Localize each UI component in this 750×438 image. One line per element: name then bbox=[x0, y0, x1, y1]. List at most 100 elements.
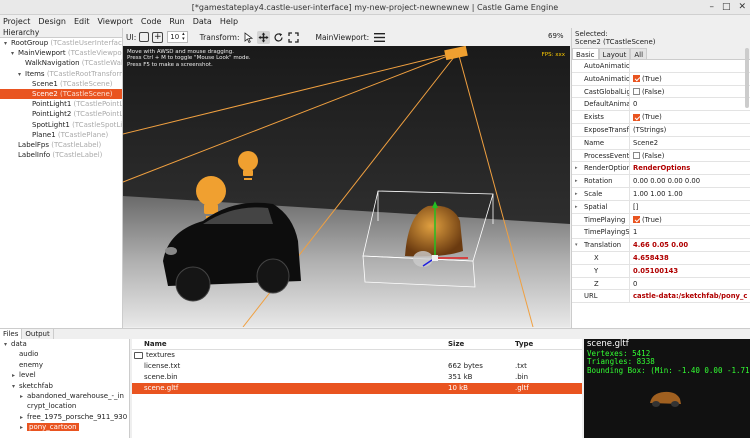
property-value-cell[interactable] bbox=[630, 60, 750, 72]
file-row[interactable]: license.txt 662 bytes .txt bbox=[132, 361, 582, 372]
checkbox[interactable] bbox=[633, 216, 640, 224]
property-row[interactable]: DefaultAnimationTransition0 bbox=[572, 98, 750, 112]
property-row[interactable]: Y 0.05100143 bbox=[572, 264, 750, 278]
expand-arrow-icon[interactable]: ▾ bbox=[12, 382, 19, 392]
hierarchy-item[interactable]: ▾ Items (TCastleRootTransform) bbox=[0, 69, 122, 79]
hamburger-menu-icon[interactable] bbox=[373, 31, 386, 44]
expand-arrow-icon[interactable]: ▸ bbox=[575, 188, 578, 200]
ui-select-tool-icon[interactable] bbox=[139, 32, 150, 42]
close-icon[interactable]: ✕ bbox=[738, 2, 746, 12]
expand-arrow-icon[interactable]: ▸ bbox=[575, 175, 578, 187]
maximize-icon[interactable]: □ bbox=[722, 2, 731, 12]
tab-output[interactable]: Output bbox=[22, 329, 54, 339]
property-row[interactable]: ProcessEvents (False) bbox=[572, 149, 750, 163]
hierarchy-item[interactable]: LabelInfo (TCastleLabel) bbox=[0, 150, 122, 160]
expand-arrow-icon[interactable]: ▾ bbox=[575, 239, 578, 251]
hierarchy-item[interactable]: Scene1 (TCastleScene) bbox=[0, 79, 122, 89]
file-row[interactable]: scene.gltf 10 kB .gltf bbox=[132, 383, 582, 394]
property-row[interactable]: AutoAnimationLoop (True) bbox=[572, 72, 750, 86]
3d-viewport[interactable]: Move with AWSD and mouse dragging. Press… bbox=[123, 46, 570, 327]
hierarchy-item[interactable]: SpotLight1 (TCastleSpotLight) bbox=[0, 120, 122, 130]
move-tool-icon[interactable] bbox=[256, 30, 270, 44]
property-value-cell[interactable]: (True) bbox=[630, 111, 750, 123]
snap-spinbox[interactable]: 10 ▴ ▾ bbox=[167, 31, 188, 43]
ui-add-tool-icon[interactable]: + bbox=[152, 31, 164, 43]
property-row[interactable]: ▸ RenderOptions RenderOptions bbox=[572, 162, 750, 176]
folder-tree-item[interactable]: ▸ level bbox=[0, 370, 129, 380]
expand-arrow-icon[interactable]: ▸ bbox=[575, 201, 578, 213]
property-row[interactable]: Name Scene2 bbox=[572, 136, 750, 150]
property-value-cell[interactable]: (True) bbox=[630, 73, 750, 85]
tab-layout[interactable]: Layout bbox=[598, 48, 631, 59]
property-row[interactable]: AutoAnimation bbox=[572, 60, 750, 73]
tab-all[interactable]: All bbox=[630, 48, 648, 59]
property-value-cell[interactable]: RenderOptions bbox=[630, 162, 750, 174]
expand-arrow-icon[interactable]: ▾ bbox=[18, 70, 25, 79]
property-row[interactable]: Exists (True) bbox=[572, 111, 750, 124]
folder-tree-item[interactable]: ▾ sketchfab bbox=[0, 381, 129, 391]
property-value-cell[interactable]: [] bbox=[630, 201, 750, 213]
expand-arrow-icon[interactable]: ▾ bbox=[11, 49, 18, 58]
property-row[interactable]: ▸ Spatial [] bbox=[572, 200, 750, 214]
property-value-cell[interactable]: 0 bbox=[630, 98, 750, 110]
hierarchy-item[interactable]: PointLight2 (TCastlePointLight) bbox=[0, 109, 122, 119]
folder-tree-item[interactable]: enemy bbox=[0, 360, 129, 370]
hierarchy-item[interactable]: LabelFps (TCastleLabel) bbox=[0, 140, 122, 150]
folder-tree-item[interactable]: audio bbox=[0, 349, 129, 359]
scale-tool-icon[interactable] bbox=[287, 31, 300, 44]
property-value-cell[interactable]: 0.00 0.00 0.00 0.00 bbox=[630, 175, 750, 187]
menu-design[interactable]: Design bbox=[38, 17, 66, 26]
property-value-cell[interactable]: 4.658438 bbox=[630, 252, 750, 264]
property-value-cell[interactable]: (TStrings) bbox=[630, 124, 750, 136]
menu-project[interactable]: Project bbox=[3, 17, 30, 26]
menu-viewport[interactable]: Viewport bbox=[98, 17, 133, 26]
folder-tree-item[interactable]: ▸ abandoned_warehouse_-_in bbox=[0, 391, 129, 401]
column-type[interactable]: Type bbox=[515, 339, 575, 349]
menu-edit[interactable]: Edit bbox=[74, 17, 90, 26]
minimize-icon[interactable]: – bbox=[709, 2, 714, 12]
property-row[interactable]: TimePlaying (True) bbox=[572, 213, 750, 227]
property-row[interactable]: X 4.658438 bbox=[572, 251, 750, 265]
property-value-cell[interactable]: (True) bbox=[630, 214, 750, 226]
expand-arrow-icon[interactable]: ▸ bbox=[20, 423, 27, 433]
hierarchy-item[interactable]: Scene2 (TCastleScene) bbox=[0, 88, 122, 100]
property-row[interactable]: ExposeTransforms (TStrings) bbox=[572, 123, 750, 137]
hierarchy-item[interactable]: PointLight1 (TCastlePointLight) bbox=[0, 99, 122, 109]
hierarchy-item[interactable]: ▾ RootGroup (TCastleUserInterface) bbox=[0, 38, 122, 48]
file-row[interactable]: textures bbox=[132, 350, 582, 361]
property-value-cell[interactable]: Scene2 bbox=[630, 137, 750, 149]
checkbox[interactable] bbox=[633, 113, 640, 121]
folder-tree-item[interactable]: ▾ data bbox=[0, 339, 129, 349]
property-value-cell[interactable]: 0.05100143 bbox=[630, 265, 750, 277]
menu-data[interactable]: Data bbox=[193, 17, 212, 26]
hierarchy-item[interactable]: WalkNavigation (TCastleWalkNavigation) bbox=[0, 58, 122, 68]
expand-arrow-icon[interactable]: ▾ bbox=[4, 340, 11, 350]
file-row[interactable]: scene.bin 351 kB .bin bbox=[132, 372, 582, 383]
expand-arrow-icon[interactable]: ▸ bbox=[575, 162, 578, 174]
checkbox[interactable] bbox=[633, 152, 640, 160]
property-value-cell[interactable]: 4.66 0.05 0.00 bbox=[630, 239, 750, 251]
menu-code[interactable]: Code bbox=[141, 17, 161, 26]
menu-help[interactable]: Help bbox=[220, 17, 238, 26]
select-cursor-icon[interactable] bbox=[242, 31, 255, 44]
property-value-cell[interactable]: 1 bbox=[630, 226, 750, 238]
folder-tree-item[interactable]: ▸ pony_cartoon bbox=[0, 422, 129, 432]
checkbox[interactable] bbox=[633, 75, 640, 83]
column-name[interactable]: Name bbox=[132, 339, 448, 349]
property-row[interactable]: ▾ Translation 4.66 0.05 0.00 bbox=[572, 239, 750, 252]
property-row[interactable]: Z0 bbox=[572, 277, 750, 291]
property-value-cell[interactable]: 0 bbox=[630, 278, 750, 290]
column-size[interactable]: Size bbox=[448, 339, 515, 349]
property-row[interactable]: ▸ Scale 1.00 1.00 1.00 bbox=[572, 187, 750, 201]
rotate-tool-icon[interactable] bbox=[272, 31, 285, 44]
folder-tree-item[interactable]: ▸ free_1975_porsche_911_930 bbox=[0, 412, 129, 422]
checkbox[interactable] bbox=[633, 88, 640, 96]
menu-run[interactable]: Run bbox=[169, 17, 184, 26]
property-value-cell[interactable]: (False) bbox=[630, 150, 750, 162]
property-row[interactable]: TimePlayingSpeed1 bbox=[572, 226, 750, 240]
property-value-cell[interactable]: castle-data:/sketchfab/pony_c bbox=[630, 290, 750, 302]
tab-basic[interactable]: Basic bbox=[572, 48, 599, 59]
property-row[interactable]: URL castle-data:/sketchfab/pony_c bbox=[572, 290, 750, 304]
tab-files[interactable]: Files bbox=[0, 329, 23, 339]
property-row[interactable]: ▸ Rotation 0.00 0.00 0.00 0.00 bbox=[572, 175, 750, 188]
